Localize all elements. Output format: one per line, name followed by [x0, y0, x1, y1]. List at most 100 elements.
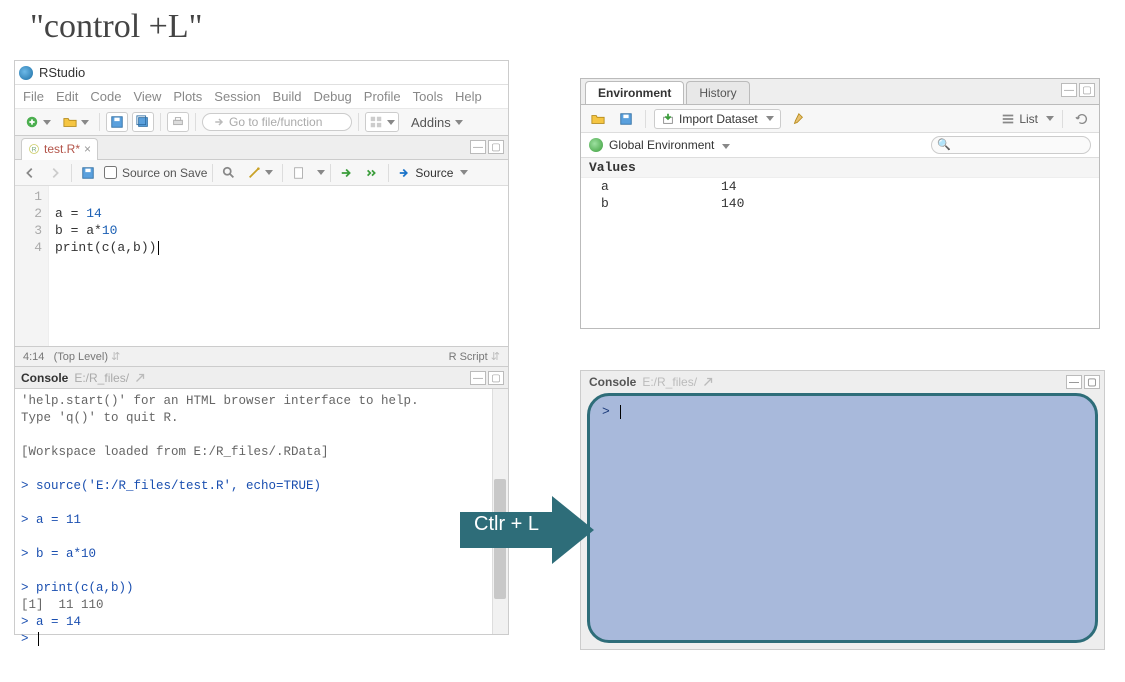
arrow-right-icon	[460, 490, 600, 570]
annotation-arrow: Ctlr + L	[460, 490, 600, 570]
menu-file[interactable]: File	[23, 89, 44, 104]
menubar: File Edit Code View Plots Session Build …	[15, 85, 508, 109]
console-path: E:/R_files/	[642, 375, 697, 389]
source-on-save-checkbox[interactable]	[104, 166, 117, 179]
arrow-right-icon	[48, 166, 62, 180]
find-button[interactable]	[218, 163, 240, 183]
menu-debug[interactable]: Debug	[313, 89, 351, 104]
rerun-arrow-icon	[365, 166, 379, 180]
document-icon	[292, 166, 306, 180]
grid-button[interactable]	[365, 112, 399, 132]
menu-session[interactable]: Session	[214, 89, 260, 104]
forward-button[interactable]	[44, 163, 66, 183]
broom-icon	[791, 112, 805, 126]
addins-button[interactable]: Addins	[403, 113, 471, 132]
goto-file-input[interactable]: Go to file/function	[202, 113, 352, 131]
env-var-name: b	[601, 196, 721, 211]
new-file-button[interactable]	[21, 112, 55, 132]
save-editor-button[interactable]	[77, 163, 99, 183]
refresh-button[interactable]	[1071, 109, 1093, 129]
wand-icon	[247, 166, 261, 180]
env-var-value: 14	[721, 179, 737, 194]
goto-placeholder: Go to file/function	[229, 115, 322, 129]
wand-button[interactable]	[243, 163, 277, 183]
editor-file-tab[interactable]: R test.R* ×	[21, 138, 98, 160]
print-button[interactable]	[167, 112, 189, 132]
console-output-right[interactable]: >	[587, 393, 1098, 643]
popout-icon[interactable]	[133, 371, 147, 385]
list-icon	[1001, 112, 1015, 126]
env-search-input[interactable]	[931, 136, 1091, 154]
close-icon[interactable]: ×	[84, 142, 91, 156]
menu-build[interactable]: Build	[273, 89, 302, 104]
import-icon	[661, 112, 675, 126]
editor-area[interactable]: 1 2 3 4 a = 14b = a*10print(c(a,b))	[15, 186, 508, 346]
rerun-button[interactable]	[361, 163, 383, 183]
source-button[interactable]: Source	[394, 163, 472, 183]
maximize-pane-button[interactable]: ▢	[488, 140, 504, 154]
menu-plots[interactable]: Plots	[173, 89, 202, 104]
tab-history[interactable]: History	[686, 81, 749, 104]
cursor-position: 4:14	[23, 351, 44, 363]
environment-pane: Environment History — ▢ Import Dataset L…	[580, 78, 1100, 329]
menu-help[interactable]: Help	[455, 89, 482, 104]
app-title: RStudio	[39, 65, 85, 80]
floppy-disk-multi-icon	[136, 115, 150, 129]
menu-edit[interactable]: Edit	[56, 89, 78, 104]
clear-workspace-button[interactable]	[787, 109, 809, 129]
env-section-values: Values	[581, 158, 1099, 178]
code-content: a = 14b = a*10print(c(a,b))	[49, 186, 163, 346]
floppy-disk-icon	[81, 166, 95, 180]
printer-icon	[171, 115, 185, 129]
open-project-button[interactable]	[59, 112, 93, 132]
notebook-button[interactable]	[288, 163, 310, 183]
maximize-pane-button[interactable]: ▢	[1084, 375, 1100, 389]
editor-statusbar: 4:14 (Top Level) ⇵ R Script ⇵	[15, 346, 508, 366]
editor-toolbar: Source on Save So	[15, 160, 508, 186]
menu-tools[interactable]: Tools	[413, 89, 443, 104]
arrow-left-icon	[23, 166, 37, 180]
menu-view[interactable]: View	[133, 89, 161, 104]
env-var-value: 140	[721, 196, 744, 211]
editor-tab-name: test.R*	[44, 142, 80, 156]
menu-profile[interactable]: Profile	[364, 89, 401, 104]
svg-text:R: R	[32, 146, 37, 153]
back-button[interactable]	[19, 163, 41, 183]
env-scope-row: Global Environment 🔍	[581, 133, 1099, 158]
run-button[interactable]	[336, 163, 358, 183]
minimize-pane-button[interactable]: —	[1061, 83, 1077, 97]
maximize-pane-button[interactable]: ▢	[488, 371, 504, 385]
minimize-pane-button[interactable]: —	[470, 140, 486, 154]
globe-icon	[589, 138, 603, 152]
env-tabbar: Environment History — ▢	[581, 79, 1099, 105]
minimize-pane-button[interactable]: —	[1066, 375, 1082, 389]
scope-label[interactable]: (Top Level)	[54, 351, 108, 363]
magnifier-icon	[222, 166, 236, 180]
minimize-pane-button[interactable]: —	[470, 371, 486, 385]
env-toolbar: Import Dataset List	[581, 105, 1099, 133]
maximize-pane-button[interactable]: ▢	[1079, 83, 1095, 97]
save-workspace-button[interactable]	[615, 109, 637, 129]
open-workspace-button[interactable]	[587, 109, 609, 129]
scope-selector[interactable]: Global Environment	[609, 138, 730, 152]
file-type[interactable]: R Script	[449, 351, 488, 363]
rstudio-app-icon	[19, 66, 33, 80]
line-gutter: 1 2 3 4	[15, 186, 49, 346]
console-pane-right: Console E:/R_files/ — ▢ >	[580, 370, 1105, 650]
popout-icon[interactable]	[701, 375, 715, 389]
r-file-icon: R	[28, 143, 40, 155]
env-var-name: a	[601, 179, 721, 194]
env-row[interactable]: b 140	[581, 195, 1099, 212]
env-row[interactable]: a 14	[581, 178, 1099, 195]
view-mode-button[interactable]: List	[1001, 112, 1054, 126]
tab-environment[interactable]: Environment	[585, 81, 684, 104]
console-output-left[interactable]: 'help.start()' for an HTML browser inter…	[15, 389, 508, 634]
import-dataset-button[interactable]: Import Dataset	[654, 109, 781, 129]
grid-icon	[369, 115, 383, 129]
env-search[interactable]: 🔍	[931, 136, 1091, 154]
console-header-right: Console E:/R_files/ — ▢	[581, 371, 1104, 393]
save-button[interactable]	[106, 112, 128, 132]
menu-code[interactable]: Code	[90, 89, 121, 104]
save-all-button[interactable]	[132, 112, 154, 132]
console-title: Console	[589, 375, 636, 389]
